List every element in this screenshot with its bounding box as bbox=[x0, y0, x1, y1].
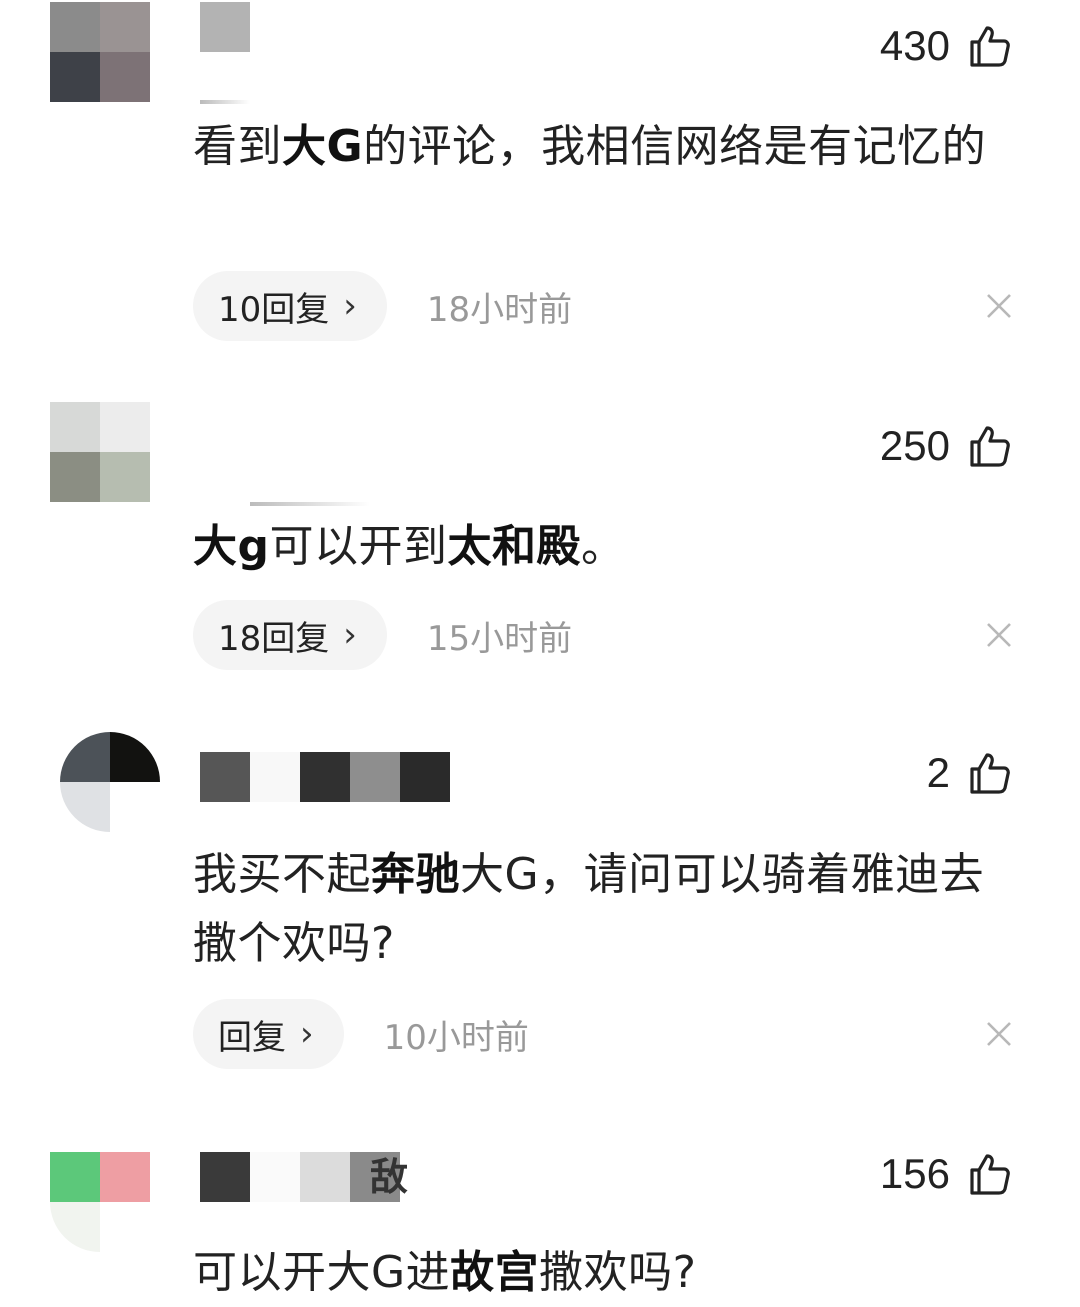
avatar[interactable] bbox=[60, 732, 160, 832]
comment-text: 我买不起奔驰大G，请问可以骑着雅迪去撒个欢吗? bbox=[193, 840, 1013, 978]
username-pixel bbox=[350, 752, 400, 802]
text-segment: 的评论，我相信网络是有记忆的 bbox=[363, 121, 987, 172]
reply-label: 回复 bbox=[218, 1017, 286, 1058]
avatar-pixel bbox=[50, 2, 100, 52]
text-segment: 撒欢吗? bbox=[539, 1247, 697, 1298]
avatar-pixel bbox=[50, 1202, 100, 1252]
like-count: 2 bbox=[926, 749, 950, 796]
avatar[interactable] bbox=[50, 2, 150, 102]
avatar-pixel bbox=[100, 402, 150, 452]
like-button[interactable]: 250 bbox=[880, 418, 1012, 474]
timestamp: 18小时前 bbox=[426, 289, 573, 330]
chevron-right-icon: › bbox=[300, 1014, 314, 1054]
text-segment: 看到 bbox=[193, 121, 282, 172]
username-tail: 敌 bbox=[370, 1155, 409, 1199]
username-pixel bbox=[250, 1152, 300, 1202]
timestamp: 10小时前 bbox=[383, 1017, 529, 1058]
text-segment-bold: 奔驰 bbox=[371, 849, 460, 900]
text-segment-bold: 大G bbox=[282, 121, 364, 172]
thumbs-up-icon bbox=[968, 424, 1012, 468]
username-pixel bbox=[300, 1152, 350, 1202]
avatar-pixel bbox=[50, 1152, 100, 1202]
username-pixel bbox=[200, 752, 250, 802]
comment-meta: 10回复 › 18小时前 bbox=[193, 271, 572, 341]
username-pixel bbox=[250, 752, 300, 802]
username-censored[interactable] bbox=[200, 2, 250, 52]
avatar-pixel bbox=[100, 2, 150, 52]
avatar-pixel bbox=[50, 52, 100, 102]
like-count: 156 bbox=[879, 1150, 950, 1197]
avatar[interactable] bbox=[50, 1152, 150, 1252]
username-underline bbox=[200, 100, 250, 104]
comment-text: 看到大G的评论，我相信网络是有记忆的 bbox=[193, 112, 1013, 181]
chevron-right-icon: › bbox=[343, 286, 357, 326]
text-segment: 可以开大G进 bbox=[193, 1247, 451, 1298]
avatar-pixel bbox=[100, 1202, 150, 1252]
reply-label: 18回复 bbox=[218, 618, 330, 659]
comment-text: 大g可以开到太和殿。 bbox=[193, 512, 1013, 581]
text-segment-bold: 大g bbox=[193, 521, 270, 572]
chevron-right-icon: › bbox=[343, 615, 357, 655]
text-segment-bold: 故宫 bbox=[450, 1247, 540, 1298]
username-censored[interactable] bbox=[200, 752, 450, 802]
avatar-pixel bbox=[50, 402, 100, 452]
reply-button[interactable]: 18回复 › bbox=[193, 600, 387, 670]
username-underline bbox=[250, 502, 370, 506]
like-button[interactable]: 430 bbox=[880, 18, 1012, 74]
thumbs-up-icon bbox=[968, 24, 1012, 68]
close-icon[interactable] bbox=[986, 1021, 1012, 1047]
thumbs-up-icon bbox=[968, 751, 1012, 795]
like-count: 430 bbox=[879, 22, 950, 69]
text-segment: 可以开到 bbox=[269, 521, 448, 572]
username-pixel bbox=[200, 1152, 250, 1202]
text-segment: 我买不起 bbox=[193, 849, 371, 900]
username-censored[interactable]: 敌 bbox=[200, 1152, 408, 1202]
username-pixel bbox=[200, 2, 250, 52]
avatar-pixel bbox=[110, 782, 160, 832]
avatar-pixel bbox=[100, 1152, 150, 1202]
like-button[interactable]: 156 bbox=[880, 1146, 1012, 1202]
text-segment-bold: 太和殿 bbox=[447, 521, 581, 572]
avatar-pixel bbox=[100, 452, 150, 502]
comment-meta: 18回复 › 15小时前 bbox=[193, 600, 572, 670]
text-segment: 。 bbox=[581, 521, 626, 572]
avatar-pixel bbox=[50, 452, 100, 502]
avatar-pixel bbox=[110, 732, 160, 782]
timestamp: 15小时前 bbox=[426, 618, 573, 659]
close-icon[interactable] bbox=[986, 293, 1012, 319]
avatar-pixel bbox=[100, 52, 150, 102]
reply-button[interactable]: 回复 › bbox=[193, 999, 344, 1069]
avatar-pixel bbox=[60, 782, 110, 832]
like-count: 250 bbox=[879, 422, 950, 469]
comment-meta: 回复 › 10小时前 bbox=[193, 999, 529, 1069]
avatar[interactable] bbox=[50, 402, 150, 502]
close-icon[interactable] bbox=[986, 622, 1012, 648]
comment-text: 可以开大G进故宫撒欢吗? bbox=[193, 1238, 1013, 1307]
thumbs-up-icon bbox=[968, 1152, 1012, 1196]
reply-label: 10回复 bbox=[218, 289, 330, 330]
like-button[interactable]: 2 bbox=[927, 745, 1012, 801]
avatar-pixel bbox=[60, 732, 110, 782]
username-pixel bbox=[300, 752, 350, 802]
reply-button[interactable]: 10回复 › bbox=[193, 271, 387, 341]
username-pixel bbox=[400, 752, 450, 802]
